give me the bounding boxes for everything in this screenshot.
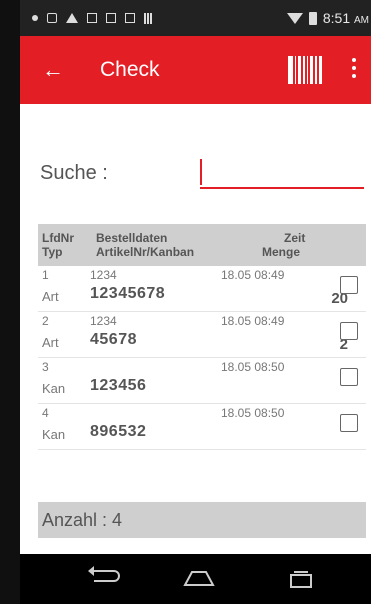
row-lfdnr: 1 <box>42 268 49 282</box>
row-zeit: 18.05 08:50 <box>221 406 285 420</box>
row-artikel: 12345678 <box>90 285 166 302</box>
nav-back-icon[interactable] <box>88 566 120 582</box>
row-checkbox[interactable] <box>340 414 358 432</box>
wifi-icon <box>286 12 303 24</box>
row-checkbox[interactable] <box>340 322 358 340</box>
row-lfdnr: 4 <box>42 406 49 420</box>
sd-card-icon <box>144 12 152 24</box>
system-nav-bar <box>20 554 371 604</box>
header-zeit: Zeit <box>284 231 306 245</box>
nav-home-icon[interactable] <box>183 570 215 586</box>
row-bestelldaten: 1234 <box>90 268 117 282</box>
search-label: Suche : <box>40 162 108 184</box>
count-bar: Anzahl : 4 <box>38 502 366 538</box>
table-row[interactable]: 2 Art 1234 45678 18.05 08:49 2 <box>38 312 366 358</box>
app-bar: ← Check <box>20 36 371 104</box>
row-artikel: 896532 <box>90 423 147 440</box>
notification-icons <box>32 12 152 24</box>
table-row[interactable]: 3 Kan 123456 18.05 08:50 <box>38 358 366 404</box>
row-lfdnr: 3 <box>42 360 49 374</box>
barcode-icon[interactable] <box>288 56 322 84</box>
row-typ: Art <box>42 335 59 350</box>
table-row[interactable]: 4 Kan 896532 18.05 08:50 <box>38 404 366 450</box>
status-bar: 8:51 AM <box>20 0 371 36</box>
header-bestelldaten: Bestelldaten <box>96 231 168 245</box>
row-typ: Art <box>42 289 59 304</box>
nav-recent-icon[interactable] <box>287 570 315 588</box>
text-cursor <box>200 159 202 185</box>
row-bestelldaten: 1234 <box>90 314 117 328</box>
row-zeit: 18.05 08:49 <box>221 268 285 282</box>
row-artikel: 45678 <box>90 331 137 348</box>
table-row[interactable]: 1 Art 1234 12345678 18.05 08:49 20 <box>38 266 366 312</box>
row-lfdnr: 2 <box>42 314 49 328</box>
bag-icon <box>47 12 57 23</box>
row-checkbox[interactable] <box>340 276 358 294</box>
row-artikel: 123456 <box>90 377 147 394</box>
device-screen: 8:51 AM ← Check Suche : LfdNr Typ Bestel… <box>20 0 371 604</box>
orders-table: LfdNr Typ Bestelldaten ArtikelNr/Kanban … <box>38 224 366 450</box>
signal-icon <box>32 14 38 21</box>
arrow-back-icon[interactable]: ← <box>42 59 64 81</box>
square-icon <box>106 12 116 23</box>
battery-icon <box>308 11 317 25</box>
row-checkbox[interactable] <box>340 368 358 386</box>
row-zeit: 18.05 08:49 <box>221 314 285 328</box>
header-artikel: ArtikelNr/Kanban <box>96 245 195 259</box>
clock: 8:51 AM <box>322 10 369 26</box>
page-title: Check <box>100 58 160 81</box>
row-typ: Kan <box>42 381 66 396</box>
header-typ: Typ <box>42 245 63 259</box>
table-header: LfdNr Typ Bestelldaten ArtikelNr/Kanban … <box>38 224 366 266</box>
main-content: Suche : LfdNr Typ Bestelldaten ArtikelNr… <box>20 104 371 554</box>
header-lfdnr: LfdNr <box>42 231 74 245</box>
header-menge: Menge <box>262 245 301 259</box>
row-typ: Kan <box>42 427 66 442</box>
image-icon <box>87 12 97 23</box>
overflow-menu-icon[interactable] <box>352 58 356 78</box>
warning-icon <box>66 12 78 23</box>
square-icon <box>125 12 135 23</box>
row-zeit: 18.05 08:50 <box>221 360 285 374</box>
system-status: 8:51 AM <box>286 10 371 26</box>
search-input[interactable] <box>200 159 364 189</box>
